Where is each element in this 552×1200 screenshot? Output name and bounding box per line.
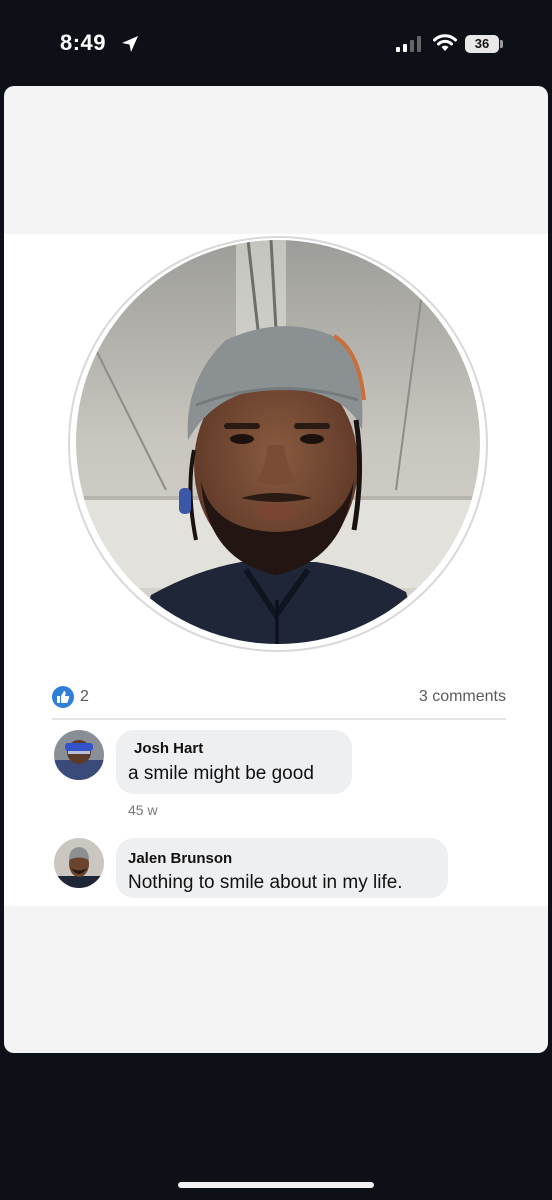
location-arrow-icon [122, 36, 138, 52]
home-indicator[interactable] [178, 1182, 374, 1188]
battery-tip [500, 40, 503, 48]
post-area: 2 3 comments Josh Hart a smile might be … [4, 234, 548, 906]
comment-text: a smile might be good [128, 763, 314, 784]
reactions-row: 2 3 comments [52, 686, 506, 712]
like-icon[interactable] [52, 686, 74, 708]
wifi-icon [433, 34, 457, 51]
like-count[interactable]: 2 [80, 688, 89, 706]
profile-photo-illustration [76, 240, 480, 644]
battery-level: 36 [474, 36, 490, 51]
profile-photo[interactable] [76, 240, 480, 644]
reactions-divider [52, 718, 506, 720]
commenter-avatar-josh-hart[interactable] [54, 730, 104, 780]
comment-author[interactable]: Josh Hart [134, 740, 203, 757]
comment-author[interactable]: Jalen Brunson [128, 850, 232, 867]
cellular-signal-icon [396, 36, 421, 52]
comment-bubble: Jalen Brunson Nothing to smile about in … [116, 838, 448, 898]
commenter-avatar-jalen-brunson[interactable] [54, 838, 104, 888]
clock-time: 8:49 [60, 30, 107, 55]
status-bar: 8:49 36 [0, 0, 552, 86]
comment-timestamp[interactable]: 45 w [128, 802, 158, 818]
screenshot-card: 2 3 comments Josh Hart a smile might be … [4, 86, 548, 1053]
comments-count-link[interactable]: 3 comments [419, 688, 506, 706]
battery-icon: 36 [465, 35, 499, 53]
comment-bubble: Josh Hart a smile might be good [116, 730, 352, 794]
comment-text: Nothing to smile about in my life. [128, 872, 403, 893]
